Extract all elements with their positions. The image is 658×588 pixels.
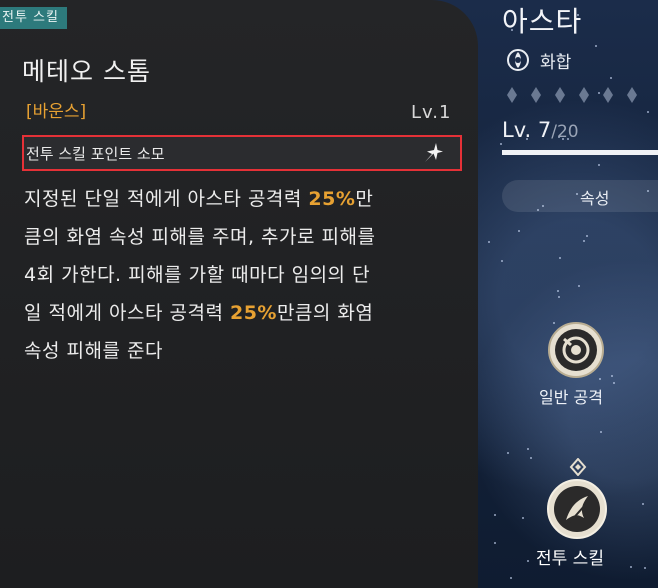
description-line: 속성 피해를 준다 [24,332,454,370]
star [527,448,530,451]
star [583,240,586,243]
star [610,374,613,377]
sparkle-icon [425,143,443,162]
character-level: Lv. 7/20 [502,118,579,142]
star [556,290,559,293]
star [630,566,633,569]
description-line: 큼의 화염 속성 피해를 주며, 추가로 피해를 [24,218,454,256]
character-name: 아스타 [502,5,583,38]
description-highlight: 25% [308,188,356,210]
star [578,285,581,288]
skill-detail-panel: 전투 스킬 메테오 스톰 [바운스] Lv.1 전투 스킬 포인트 소모 지정된… [0,0,478,588]
star [521,517,524,520]
normal-attack-label[interactable]: 일반 공격 [539,384,603,408]
skill-category-tag: 전투 스킬 [0,7,67,29]
level-max: /20 [551,122,579,142]
exp-bar [502,150,658,155]
eidolon-diamonds-icon [507,87,637,103]
cost-label: 전투 스킬 포인트 소모 [26,145,165,163]
star [600,431,603,434]
star [526,559,529,562]
star [644,567,647,570]
star [612,381,615,384]
level-current: Lv. 7 [502,118,552,142]
attributes-tab-label[interactable]: 속성 [580,185,609,209]
description-text: 일 적에게 아스타 공격력 [24,302,230,324]
star [585,235,588,238]
battle-skill-label[interactable]: 전투 스킬 [536,544,604,569]
description-line: 일 적에게 아스타 공격력 25%만큼의 화염 [24,294,454,332]
star [642,503,645,506]
star [506,452,509,455]
skill-type: [바운스] [26,102,87,122]
description-line: 4회 가한다. 피해를 가할 때마다 임의의 단 [24,256,454,294]
battle-skill-button[interactable] [546,478,608,540]
description-text: 만 [355,188,374,210]
character-path: 화합 [540,53,572,73]
star [517,230,520,233]
star [558,256,561,259]
star [595,44,598,47]
description-text: 속성 피해를 준다 [24,340,163,362]
skill-name: 메테오 스톰 [22,57,151,86]
star [493,514,496,517]
star [488,241,491,244]
skill-point-cost-row: 전투 스킬 포인트 소모 [22,135,462,171]
description-highlight: 25% [229,302,277,324]
star [557,296,560,299]
selected-indicator-icon [569,458,587,476]
star [509,576,512,579]
star [610,77,613,80]
star [501,259,504,262]
star [500,142,503,145]
star [493,541,496,544]
star [529,457,532,460]
skill-level: Lv.1 [411,102,452,123]
star [597,164,600,167]
skill-description: 지정된 단일 적에게 아스타 공격력 25%만 큼의 화염 속성 피해를 주며, … [24,180,454,370]
harmony-icon [507,49,529,71]
star [647,110,650,113]
description-text: 큼의 화염 속성 피해를 주며, 추가로 피해를 [24,226,376,248]
description-text: 지정된 단일 적에게 아스타 공격력 [24,188,309,210]
description-line: 지정된 단일 적에게 아스타 공격력 25%만 [24,180,454,218]
normal-attack-button[interactable] [547,321,605,379]
description-text: 4회 가한다. 피해를 가할 때마다 임의의 단 [24,264,371,286]
description-text: 만큼의 화염 [276,302,374,324]
